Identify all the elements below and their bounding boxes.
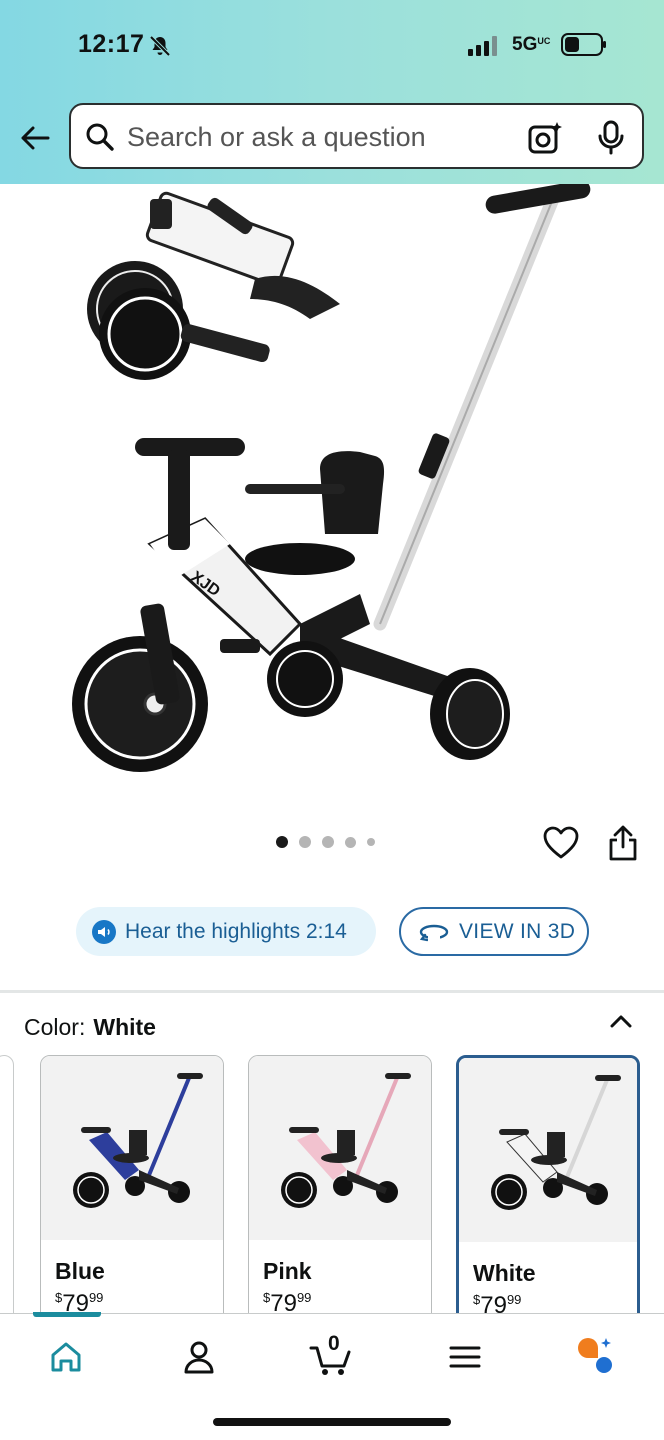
trike-thumbnail-pink: [281, 1073, 411, 1208]
swatch-thumbnail: [41, 1056, 223, 1240]
battery-icon: [561, 33, 606, 56]
rufus-icon[interactable]: [574, 1336, 616, 1378]
view-3d-label: VIEW IN 3D: [459, 919, 576, 943]
menu-icon[interactable]: [444, 1336, 486, 1378]
trike-thumbnail-blue: [73, 1073, 203, 1208]
trike-thumbnail-white: [491, 1075, 621, 1210]
hear-highlights-label: Hear the highlights 2:14: [125, 919, 347, 943]
top-header: 12:17 5GUC: [0, 0, 664, 184]
rotate-3d-icon: [419, 924, 449, 941]
cart-count: 0: [328, 1332, 340, 1355]
selected-color: White: [93, 1014, 156, 1040]
image-carousel-dots[interactable]: [276, 836, 375, 848]
color-swatch-partial[interactable]: [0, 1055, 14, 1325]
swatch-thumbnail: [459, 1058, 637, 1242]
color-swatch-pink[interactable]: Pink $7999: [248, 1055, 432, 1325]
network-label: 5GUC: [512, 34, 551, 55]
view-3d-button[interactable]: VIEW IN 3D: [399, 907, 589, 956]
swatch-name: Pink: [263, 1258, 312, 1284]
color-swatch-white[interactable]: White $7999: [456, 1055, 640, 1325]
product-image[interactable]: XJD: [0, 184, 664, 824]
swatch-name: White: [473, 1260, 536, 1286]
carousel-dot[interactable]: [367, 838, 375, 846]
chevron-up-icon[interactable]: [606, 1010, 636, 1032]
carousel-dot[interactable]: [322, 836, 334, 848]
home-icon[interactable]: [45, 1336, 87, 1378]
search-icon: [86, 123, 114, 151]
speaker-icon: [92, 919, 116, 944]
mic-icon[interactable]: [596, 120, 626, 156]
carousel-dot[interactable]: [345, 836, 356, 848]
carousel-dot[interactable]: [299, 836, 311, 848]
bell-off-icon: [149, 35, 171, 57]
swatch-name: Blue: [55, 1258, 105, 1284]
section-divider: [0, 990, 664, 993]
camera-icon[interactable]: [527, 120, 563, 156]
share-icon[interactable]: [607, 824, 639, 862]
cart-button[interactable]: 0: [308, 1332, 356, 1378]
hear-highlights-button[interactable]: Hear the highlights 2:14: [76, 907, 376, 956]
signal-icon: [468, 36, 497, 56]
color-swatch-blue[interactable]: Blue $7999: [40, 1055, 224, 1325]
back-arrow-icon[interactable]: [18, 121, 52, 155]
carousel-dot[interactable]: [276, 836, 288, 848]
status-time: 12:17: [78, 30, 145, 58]
search-bar[interactable]: [69, 103, 644, 169]
heart-icon[interactable]: [543, 826, 579, 860]
nav-active-indicator: [33, 1312, 101, 1317]
swatch-thumbnail: [249, 1056, 431, 1240]
search-input[interactable]: [127, 119, 507, 155]
account-icon[interactable]: [178, 1336, 220, 1378]
folded-trike-thumbnail: [87, 191, 340, 380]
home-indicator: [213, 1418, 451, 1426]
color-label: Color: White: [24, 1014, 156, 1040]
